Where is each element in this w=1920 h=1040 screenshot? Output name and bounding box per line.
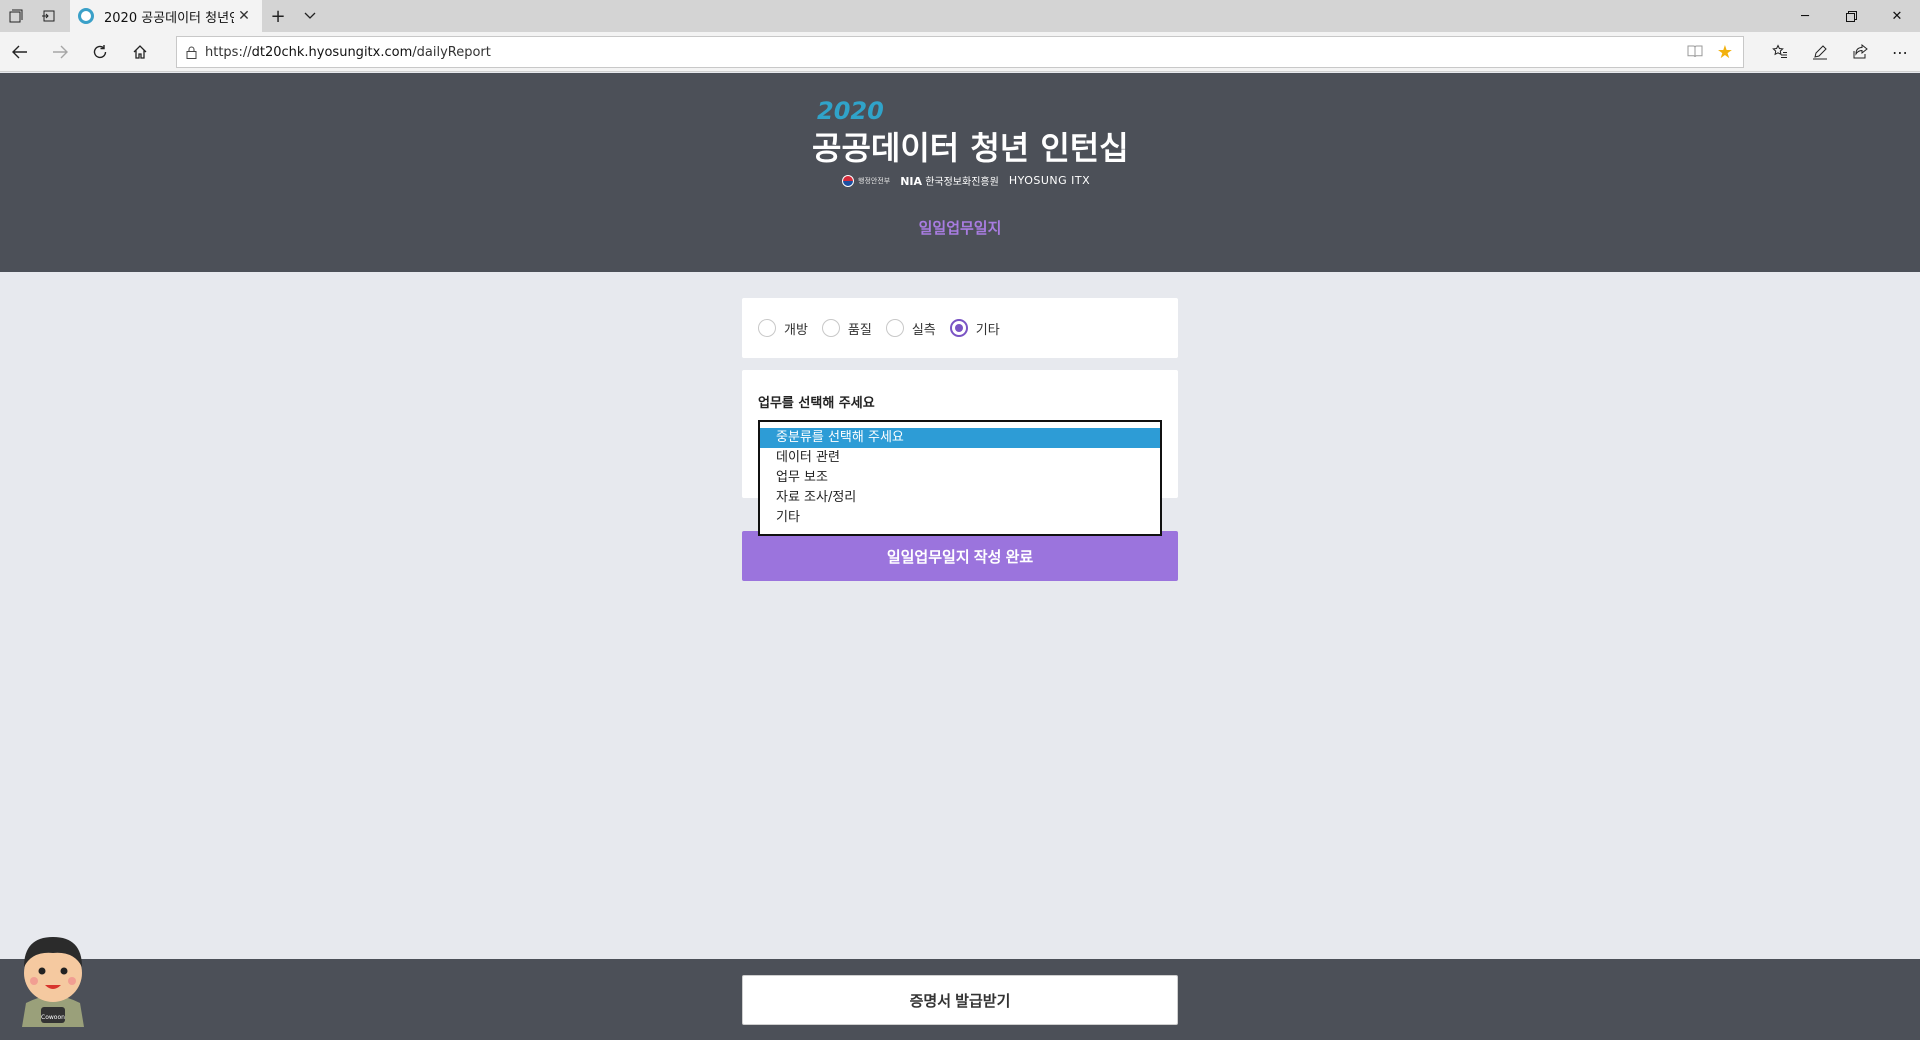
pen-notes-icon[interactable] [1800,32,1840,72]
mascot-badge: Cowoon [41,1014,65,1021]
dropdown-option[interactable]: 업무 보조 [760,468,1160,488]
restore-icon[interactable] [1828,0,1874,32]
issue-certificate-button[interactable]: 증명서 발급받기 [742,975,1178,1025]
logo-year: 2020 [817,97,884,125]
site-favicon-icon [78,8,94,24]
page-footer: 증명서 발급받기 [0,959,1920,1040]
dropdown-option[interactable]: 데이터 관련 [760,448,1160,468]
dropdown-option[interactable]: 기타 [760,508,1160,528]
minimize-icon[interactable]: ─ [1782,0,1828,32]
radio-option-0[interactable]: 개방 [758,319,808,338]
dropdown-option[interactable]: 중분류를 선택해 주세요 [760,428,1160,448]
home-icon[interactable] [120,32,160,72]
address-bar-row: https://dt20chk.hyosungitx.com/dailyRepo… [0,32,1920,72]
forward-arrow-icon[interactable] [40,32,80,72]
task-select-label: 업무를 선택해 주세요 [758,396,875,411]
radio-option-1[interactable]: 품질 [821,319,872,338]
new-tab-icon[interactable]: + [262,0,294,32]
refresh-icon[interactable] [80,32,120,72]
radio-option-2[interactable]: 실측 [885,319,936,338]
lock-icon[interactable] [177,46,205,59]
favorite-star-icon[interactable]: ★ [1717,42,1733,63]
radio-button[interactable] [821,319,840,337]
radio-option-3[interactable]: 기타 [949,319,1000,338]
nia-logo: NIA 한국정보화진흥원 [900,175,999,188]
tab-actions-icon[interactable] [0,0,32,32]
reading-view-icon[interactable] [1687,43,1703,62]
taegeuk-icon [842,174,854,187]
radio-button[interactable] [758,319,776,337]
browser-tab[interactable]: 2020 공공데이터 청년인 ✕ [70,0,262,32]
more-menu-icon[interactable]: ⋯ [1880,32,1920,72]
close-window-icon[interactable]: ✕ [1874,0,1920,32]
url-field[interactable]: https://dt20chk.hyosungitx.com/dailyRepo… [176,36,1744,68]
radio-button[interactable] [885,319,904,337]
sponsor-logos: 행정안전부 NIA 한국정보화진흥원 HYOSUNG ITX [842,173,1090,188]
dropdown-option[interactable]: 자료 조사/정리 [760,488,1160,508]
share-icon[interactable] [1840,32,1880,72]
url-text: https://dt20chk.hyosungitx.com/dailyRepo… [205,44,491,60]
back-arrow-icon[interactable] [0,32,40,72]
page-header: 2020 공공데이터 청년 인턴십 행정안전부 NIA 한국정보화진흥원 HYO… [0,73,1920,272]
task-dropdown-list[interactable]: 중분류를 선택해 주세요 데이터 관련 업무 보조 자료 조사/정리 기타 [758,420,1162,536]
logo-title: 공공데이터 청년 인턴십 [812,129,1129,167]
browser-tab-bar: 2020 공공데이터 청년인 ✕ + ─ ✕ [0,0,1920,32]
mascot-character-icon[interactable]: Cowoon [12,923,94,1027]
category-radio-group: 개방 품질 실측 기타 [742,298,1178,358]
tab-title: 2020 공공데이터 청년인 [104,10,234,26]
page-title: 일일업무일지 [918,219,1002,237]
page: 2020 공공데이터 청년 인턴십 행정안전부 NIA 한국정보화진흥원 HYO… [0,73,1920,1040]
favorites-list-icon[interactable] [1760,32,1800,72]
gov-logo: 행정안전부 [842,174,890,187]
hyosung-logo: HYOSUNG ITX [1008,174,1091,187]
set-aside-tabs-icon[interactable] [32,0,64,32]
radio-button[interactable] [949,319,968,337]
tab-list-chevron-icon[interactable] [294,0,326,32]
close-tab-icon[interactable]: ✕ [234,8,254,24]
submit-report-button[interactable]: 일일업무일지 작성 완료 [742,531,1178,581]
